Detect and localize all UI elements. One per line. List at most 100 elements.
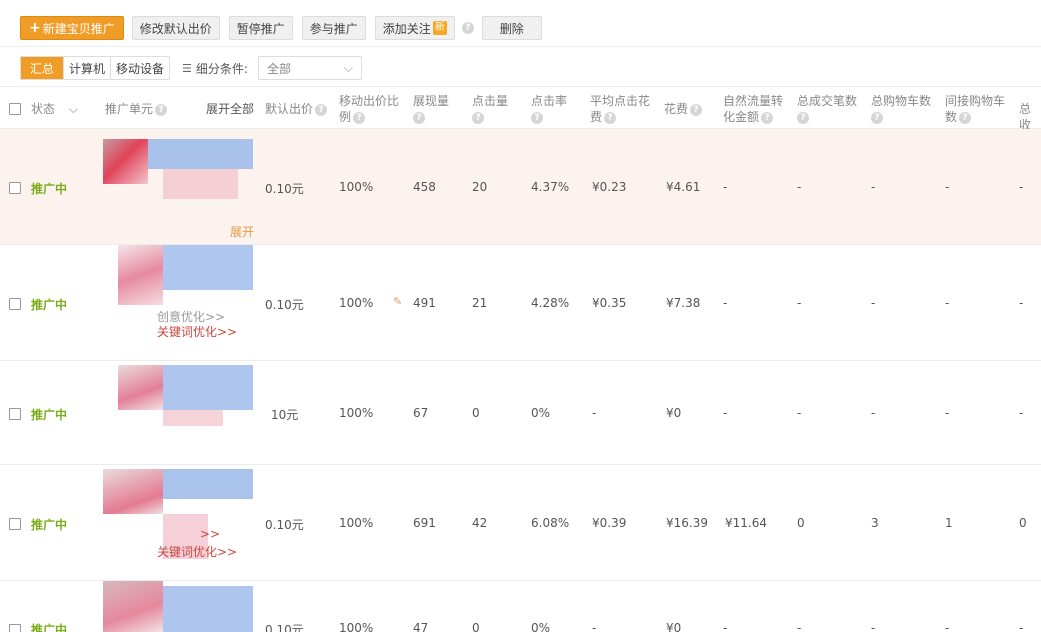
- clicks-value: 21: [472, 296, 488, 310]
- status-badge: 推广中: [31, 623, 68, 632]
- keyword-optimize-link[interactable]: 关键词优化>>: [157, 323, 237, 340]
- header-status[interactable]: 状态 ⌵: [31, 101, 78, 117]
- deals-value: -: [797, 406, 802, 420]
- default-bid-value[interactable]: 0.10元: [265, 180, 304, 197]
- product-thumbnail[interactable]: [103, 581, 253, 632]
- cost-value: ¥4.61: [666, 180, 701, 194]
- help-icon[interactable]: ?: [871, 111, 883, 124]
- add-follow-button[interactable]: 添加关注 新: [374, 16, 455, 40]
- clicks-value: 42: [472, 516, 488, 530]
- select-all-checkbox[interactable]: [9, 103, 21, 115]
- segment-condition-label: ☰ 细分条件:: [182, 60, 248, 77]
- mobile-ratio-value: 100%: [339, 296, 374, 310]
- help-icon[interactable]: ?: [797, 111, 809, 124]
- indirect-cart-value: -: [945, 406, 950, 420]
- table-row: 推广中 >> 关键词优化>> 0.10元 100% 691 42 6.08% ¥…: [0, 465, 1041, 581]
- expand-all-link[interactable]: 展开全部: [206, 101, 254, 117]
- indirect-cart-value: -: [945, 180, 950, 194]
- cart-value: -: [871, 296, 876, 310]
- help-icon[interactable]: ?: [531, 111, 543, 124]
- device-tabs: 汇总 计算机 移动设备: [20, 56, 171, 80]
- row-checkbox[interactable]: [9, 298, 21, 310]
- chevron-down-icon: ⌵: [68, 102, 78, 116]
- new-item-promotion-button[interactable]: + 新建宝贝推广: [20, 16, 124, 40]
- edit-icon[interactable]: ✎: [393, 295, 402, 308]
- list-icon: ☰: [182, 61, 192, 75]
- row-checkbox[interactable]: [9, 408, 21, 420]
- ctr-value: 0%: [531, 621, 551, 632]
- total-value: -: [1019, 406, 1024, 420]
- help-icon[interactable]: ?: [413, 111, 425, 124]
- mobile-ratio-value: 100%: [339, 406, 374, 420]
- ctr-value: 6.08%: [531, 516, 570, 530]
- deals-value: -: [797, 296, 802, 310]
- product-thumbnail[interactable]: [103, 365, 253, 427]
- add-follow-label: 添加关注: [382, 21, 431, 36]
- header-ctr: 点击率 ?: [531, 94, 568, 124]
- total-value: -: [1019, 180, 1024, 194]
- help-icon[interactable]: ?: [461, 22, 474, 34]
- tab-computer[interactable]: 计算机: [64, 57, 112, 79]
- table-row: 推广中 0.10元 100% 47 0 0% - ¥0 - - - - -: [0, 581, 1041, 632]
- help-icon[interactable]: ?: [155, 103, 168, 116]
- cart-value: -: [871, 621, 876, 632]
- clicks-value: 0: [472, 621, 480, 632]
- keyword-optimize-link[interactable]: 关键词优化>>: [157, 543, 237, 560]
- impressions-value: 491: [413, 296, 436, 310]
- cart-value: -: [871, 180, 876, 194]
- chevron-down-icon: ⌵: [343, 60, 353, 75]
- creative-optimize-link[interactable]: >>: [200, 527, 220, 541]
- cost-value: ¥16.39: [666, 516, 708, 530]
- help-icon[interactable]: ?: [690, 103, 703, 116]
- header-default-bid: 默认出价?: [265, 101, 328, 117]
- ctr-value: 4.28%: [531, 296, 570, 310]
- row-checkbox[interactable]: [9, 518, 21, 530]
- natural-value: -: [723, 180, 728, 194]
- cost-value: ¥7.38: [666, 296, 701, 310]
- help-icon[interactable]: ?: [959, 111, 972, 124]
- row-checkbox[interactable]: [9, 182, 21, 194]
- default-bid-value[interactable]: 0.10元: [265, 516, 304, 533]
- new-item-promotion-label: 新建宝贝推广: [42, 21, 115, 36]
- header-total-deals: 总成交笔数 ?: [797, 94, 858, 124]
- avg-cpc-value: ¥0.35: [592, 296, 627, 310]
- total-value: 0: [1019, 516, 1027, 530]
- help-icon[interactable]: ?: [761, 111, 774, 124]
- indirect-cart-value: 1: [945, 516, 953, 530]
- header-mobile-ratio: 移动出价比 例?: [339, 94, 400, 124]
- header-avg-cpc: 平均点击花 费?: [590, 94, 651, 124]
- status-badge: 推广中: [31, 518, 68, 532]
- help-icon[interactable]: ?: [353, 111, 366, 124]
- pause-promotion-button[interactable]: 暂停推广: [228, 16, 293, 40]
- default-bid-value[interactable]: 0.10元: [265, 296, 304, 313]
- total-value: -: [1019, 296, 1024, 310]
- default-bid-value[interactable]: 0.10元: [265, 621, 304, 632]
- product-thumbnail[interactable]: [103, 139, 253, 201]
- ctr-value: 4.37%: [531, 180, 570, 194]
- table-row: 推广中 创意优化>> 关键词优化>> 0.10元 100% ✎ 491 21 4…: [0, 245, 1041, 361]
- natural-value: ¥11.64: [725, 516, 767, 530]
- avg-cpc-value: -: [592, 406, 597, 420]
- product-thumbnail[interactable]: [103, 469, 253, 559]
- avg-cpc-value: -: [592, 621, 597, 632]
- tab-mobile[interactable]: 移动设备: [111, 57, 169, 79]
- tab-summary[interactable]: 汇总: [21, 57, 65, 79]
- help-icon[interactable]: ?: [472, 111, 484, 124]
- default-bid-value[interactable]: 10元: [271, 406, 298, 423]
- cart-value: -: [871, 406, 876, 420]
- help-icon[interactable]: ?: [604, 111, 617, 124]
- modify-default-bid-button[interactable]: 修改默认出价: [131, 16, 220, 40]
- cost-value: ¥0: [666, 621, 682, 632]
- mobile-ratio-value: 100%: [339, 516, 374, 530]
- row-checkbox[interactable]: [9, 624, 21, 632]
- help-icon[interactable]: ?: [315, 103, 328, 116]
- impressions-value: 47: [413, 621, 429, 632]
- delete-button[interactable]: 删除: [481, 16, 542, 40]
- header-unit: 推广单元?: [105, 101, 168, 117]
- expand-link[interactable]: 展开: [230, 223, 254, 240]
- segment-condition-select[interactable]: 全部 ⌵: [257, 56, 362, 80]
- table-row: 推广中 10元 100% 67 0 0% - ¥0 - - - - -: [0, 361, 1041, 465]
- product-thumbnail[interactable]: [103, 245, 253, 307]
- join-promotion-button[interactable]: 参与推广: [301, 16, 366, 40]
- deals-value: 0: [797, 516, 805, 530]
